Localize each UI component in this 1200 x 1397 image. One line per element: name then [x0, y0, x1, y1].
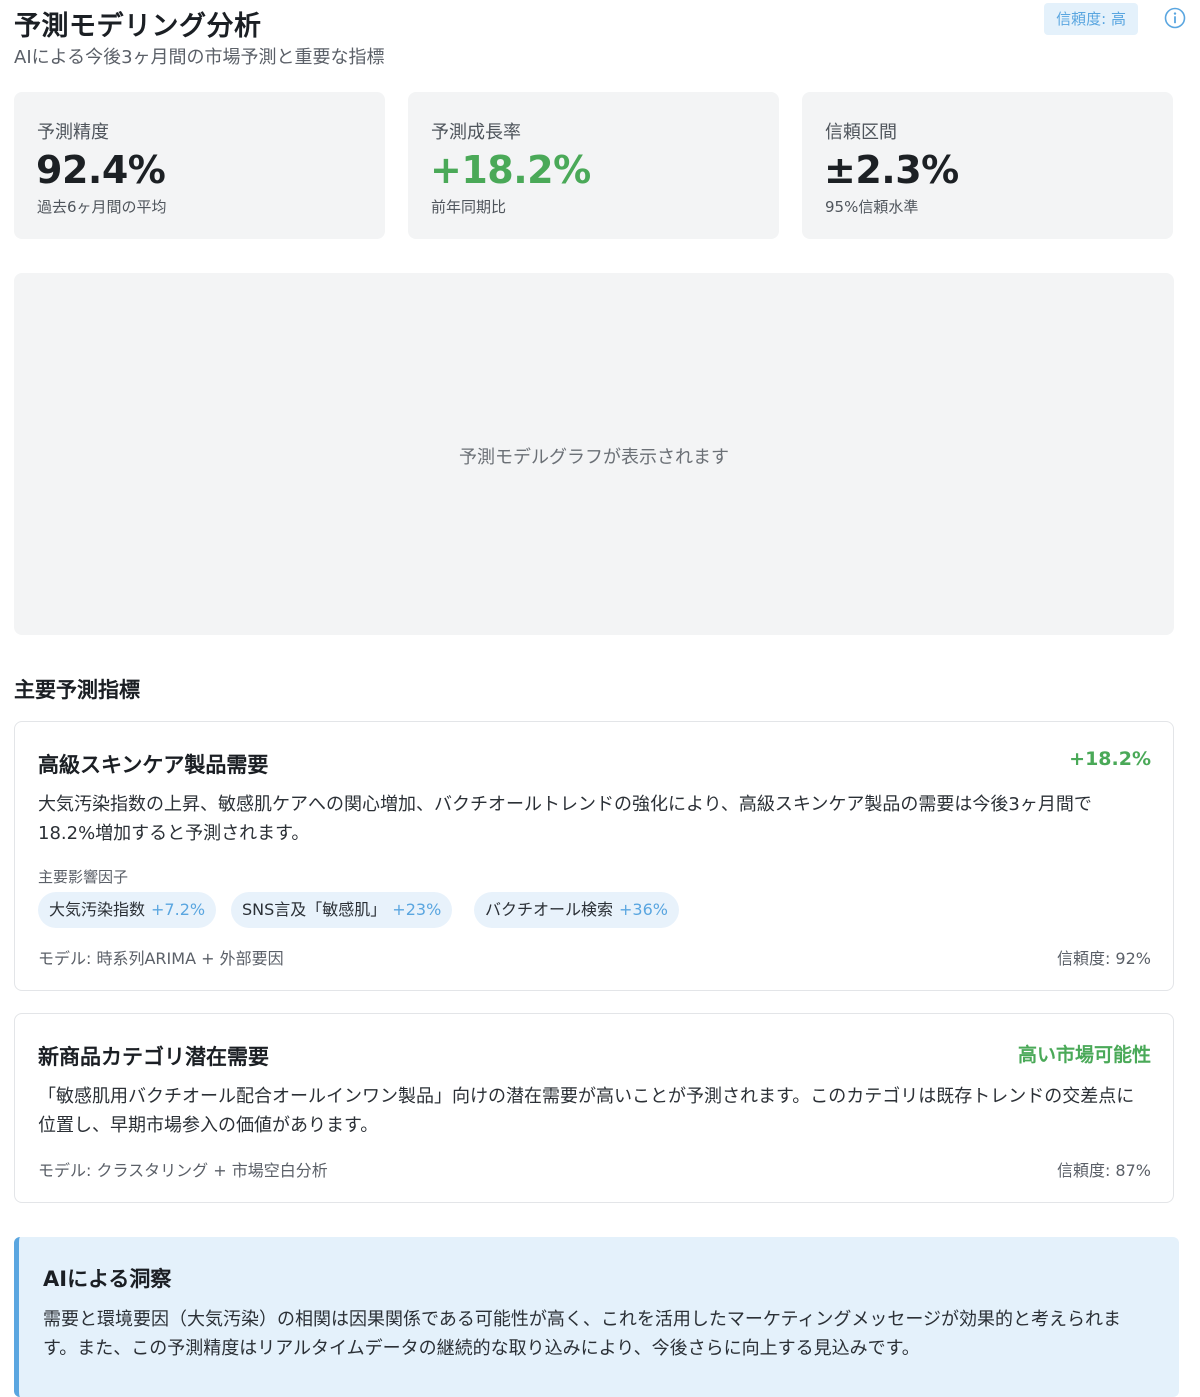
model-confidence: 信頼度: 92% — [1056, 949, 1151, 968]
stat-subtext: 過去6ヶ月間の平均 — [37, 198, 167, 216]
stat-card-accuracy: 予測精度 92.4% 過去6ヶ月間の平均 — [14, 92, 385, 239]
factor-delta: +7.2% — [151, 900, 206, 919]
confidence-badge[interactable]: 信頼度: 高 — [1044, 3, 1138, 35]
factor-chip[interactable]: バクチオール検索 +36% — [474, 892, 679, 928]
insight-title: AIによる洞察 — [43, 1267, 172, 1291]
indicator-description: 大気汚染指数の上昇、敏感肌ケアへの関心増加、バクチオールトレンドの強化により、高… — [38, 794, 1092, 844]
factor-chip[interactable]: SNS言及「敏感肌」 +23% — [231, 892, 453, 928]
stat-label: 予測成長率 — [431, 122, 521, 143]
page-subtitle: AIによる今後3ヶ月間の市場予測と重要な指標 — [14, 47, 385, 68]
factor-name: SNS言及「敏感肌」 — [242, 900, 387, 919]
indicator-metric: +18.2% — [1069, 748, 1151, 770]
indicator-card[interactable]: 高級スキンケア製品需要 +18.2% 大気汚染指数の上昇、敏感肌ケアへの関心増加… — [14, 721, 1174, 991]
stat-card-interval: 信頼区間 ±2.3% 95%信頼水準 — [802, 92, 1173, 239]
stat-label: 予測精度 — [37, 122, 109, 143]
indicator-description: 「敏感肌用バクチオール配合オールインワン製品」向けの潜在需要が高いことが予測され… — [38, 1086, 1135, 1136]
graph-placeholder-text: 予測モデルグラフが表示されます — [459, 447, 729, 468]
factor-name: 大気汚染指数 — [49, 900, 146, 919]
indicator-title: 高級スキンケア製品需要 — [38, 753, 269, 777]
factors-label: 主要影響因子 — [38, 868, 129, 886]
stat-value: ±2.3% — [824, 148, 959, 192]
forecast-graph-area: 予測モデルグラフが表示されます — [14, 273, 1174, 635]
stat-value: 92.4% — [36, 148, 166, 192]
factor-delta: +23% — [392, 900, 442, 919]
factor-chips: 大気汚染指数 +7.2% SNS言及「敏感肌」 +23% バクチオール検索 +36% — [38, 892, 738, 928]
section-title: 主要予測指標 — [14, 678, 140, 702]
stat-card-growth: 予測成長率 +18.2% 前年同期比 — [408, 92, 779, 239]
factor-chip[interactable]: 大気汚染指数 +7.2% — [38, 892, 217, 928]
stat-subtext: 前年同期比 — [431, 198, 507, 216]
info-icon[interactable] — [1164, 7, 1186, 29]
ai-insight-panel: AIによる洞察 需要と環境要因（大気汚染）の相関は因果関係である可能性が高く、こ… — [14, 1237, 1179, 1397]
stat-label: 信頼区間 — [825, 122, 897, 143]
stats-row: 予測精度 92.4% 過去6ヶ月間の平均 予測成長率 +18.2% 前年同期比 … — [14, 92, 1174, 239]
model-confidence: 信頼度: 87% — [1056, 1161, 1151, 1180]
indicator-metric: 高い市場可能性 — [1017, 1044, 1151, 1066]
factor-delta: +36% — [619, 900, 668, 919]
indicator-card[interactable]: 新商品カテゴリ潜在需要 高い市場可能性 「敏感肌用バクチオール配合オールインワン… — [14, 1013, 1174, 1203]
page-title: 予測モデリング分析 — [14, 11, 262, 42]
factor-name: バクチオール検索 — [485, 900, 614, 919]
stat-subtext: 95%信頼水準 — [825, 198, 919, 216]
page-header: 予測モデリング分析 AIによる今後3ヶ月間の市場予測と重要な指標 信頼度: 高 — [14, 0, 1186, 80]
model-name: モデル: 時系列ARIMA + 外部要因 — [38, 949, 284, 968]
stat-value: +18.2% — [430, 148, 591, 192]
indicator-title: 新商品カテゴリ潜在需要 — [38, 1045, 269, 1069]
insight-text: 需要と環境要因（大気汚染）の相関は因果関係である可能性が高く、これを活用したマー… — [43, 1309, 1122, 1359]
model-name: モデル: クラスタリング + 市場空白分析 — [38, 1161, 328, 1180]
